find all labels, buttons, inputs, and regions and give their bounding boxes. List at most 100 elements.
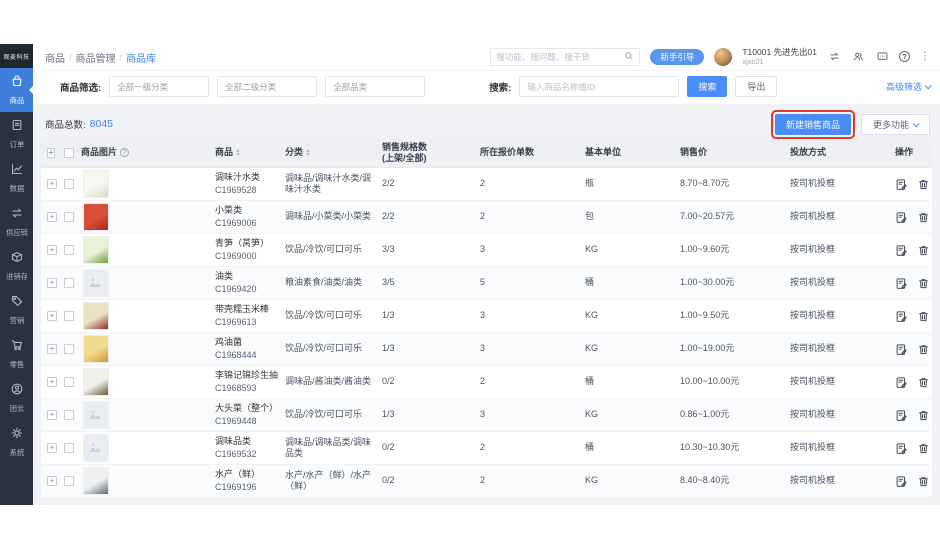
user-info[interactable]: T10001 先进先出01 xjxc01 bbox=[742, 48, 817, 66]
product-search-input[interactable] bbox=[519, 76, 679, 97]
sidebar-item-orders[interactable]: 订单 bbox=[0, 112, 33, 156]
contacts-icon[interactable] bbox=[851, 50, 865, 64]
product-cell[interactable]: 李锦记锦珍生抽 C1968593 bbox=[215, 370, 285, 395]
advanced-filter-toggle[interactable]: 高级筛选 bbox=[886, 80, 930, 93]
export-button[interactable]: 导出 bbox=[735, 76, 777, 97]
product-thumbnail[interactable] bbox=[83, 269, 109, 297]
product-cell[interactable]: 水产（鲜） C1969196 bbox=[215, 469, 285, 494]
beginner-guide-button[interactable]: 新手引导 bbox=[650, 49, 704, 65]
edit-record-icon[interactable] bbox=[895, 178, 908, 191]
help-icon[interactable]: ? bbox=[899, 51, 910, 62]
sort-icon[interactable] bbox=[306, 149, 310, 156]
row-checkbox[interactable] bbox=[64, 344, 74, 354]
product-cell[interactable]: 小菜类 C1969006 bbox=[215, 205, 285, 230]
expand-row-button[interactable]: + bbox=[47, 311, 57, 321]
delete-icon[interactable] bbox=[917, 376, 930, 389]
sidebar-item-group-leader[interactable]: 团长 bbox=[0, 376, 33, 420]
expand-row-button[interactable]: + bbox=[47, 278, 57, 288]
category-level2-select[interactable]: 全部二级分类 bbox=[217, 76, 317, 97]
edit-record-icon[interactable] bbox=[895, 409, 908, 422]
product-thumbnail[interactable] bbox=[83, 401, 109, 429]
delete-icon[interactable] bbox=[917, 343, 930, 356]
expand-row-button[interactable]: + bbox=[47, 443, 57, 453]
product-thumbnail[interactable] bbox=[83, 335, 109, 363]
row-checkbox[interactable] bbox=[64, 410, 74, 420]
delete-icon[interactable] bbox=[917, 475, 930, 488]
edit-record-icon[interactable] bbox=[895, 277, 908, 290]
product-thumbnail[interactable] bbox=[83, 467, 109, 495]
expand-row-button[interactable]: + bbox=[47, 179, 57, 189]
edit-record-icon[interactable] bbox=[895, 211, 908, 224]
edit-record-icon[interactable] bbox=[895, 343, 908, 356]
sort-icon[interactable] bbox=[236, 149, 240, 156]
product-cell[interactable]: 青笋（莴笋） C1969000 bbox=[215, 238, 285, 263]
breadcrumb-products[interactable]: 商品 bbox=[45, 50, 65, 65]
edit-record-icon[interactable] bbox=[895, 376, 908, 389]
sidebar-item-system[interactable]: 系统 bbox=[0, 420, 33, 464]
header-product[interactable]: 商品 bbox=[215, 147, 285, 157]
expand-row-button[interactable]: + bbox=[47, 377, 57, 387]
product-cell[interactable]: 鸡油菌 C1968444 bbox=[215, 337, 285, 362]
sidebar-item-products[interactable]: 商品 bbox=[0, 68, 33, 112]
delete-icon[interactable] bbox=[917, 211, 930, 224]
row-checkbox[interactable] bbox=[64, 212, 74, 222]
expand-all-button[interactable]: + bbox=[47, 148, 55, 158]
product-thumbnail[interactable] bbox=[83, 170, 109, 198]
product-thumbnail[interactable] bbox=[83, 368, 109, 396]
category-level1-select[interactable]: 全部一级分类 bbox=[109, 76, 209, 97]
row-checkbox[interactable] bbox=[64, 179, 74, 189]
edit-record-icon[interactable] bbox=[895, 310, 908, 323]
table-row: + 鸡油菌 C1968444 饮品/冷饮/可口可乐 1/3 3 KG 1.00~… bbox=[41, 333, 932, 366]
delete-icon[interactable] bbox=[917, 442, 930, 455]
delete-icon[interactable] bbox=[917, 244, 930, 257]
expand-row-button[interactable]: + bbox=[47, 476, 57, 486]
annotation-highlight: 新建销售商品 bbox=[771, 110, 855, 139]
more-functions-button[interactable]: 更多功能 bbox=[861, 114, 930, 135]
search-button[interactable]: 搜索 bbox=[687, 76, 727, 97]
delete-icon[interactable] bbox=[917, 409, 930, 422]
delete-icon[interactable] bbox=[917, 277, 930, 290]
global-search-input[interactable] bbox=[496, 52, 620, 62]
edit-record-icon[interactable] bbox=[895, 244, 908, 257]
delete-icon[interactable] bbox=[917, 310, 930, 323]
row-checkbox[interactable] bbox=[64, 278, 74, 288]
product-cell[interactable]: 油类 C1969420 bbox=[215, 271, 285, 296]
breadcrumb-product-library[interactable]: 商品库 bbox=[126, 50, 156, 65]
product-cell[interactable]: 调味品类 C1969532 bbox=[215, 436, 285, 461]
edit-record-icon[interactable] bbox=[895, 475, 908, 488]
breadcrumb-product-management[interactable]: 商品管理 bbox=[76, 50, 116, 65]
select-all-checkbox[interactable] bbox=[64, 148, 74, 158]
cart-icon bbox=[10, 338, 24, 357]
category-type-select[interactable]: 全部品类 bbox=[325, 76, 425, 97]
sidebar-item-marketing[interactable]: 营销 bbox=[0, 288, 33, 332]
message-icon[interactable] bbox=[875, 50, 889, 64]
expand-row-button[interactable]: + bbox=[47, 245, 57, 255]
product-thumbnail[interactable] bbox=[83, 302, 109, 330]
switch-account-icon[interactable] bbox=[827, 50, 841, 64]
row-checkbox[interactable] bbox=[64, 443, 74, 453]
row-checkbox[interactable] bbox=[64, 476, 74, 486]
more-options-icon[interactable]: ⋮ bbox=[920, 51, 930, 62]
sidebar-item-data[interactable]: 数据 bbox=[0, 156, 33, 200]
sidebar-item-supply-chain[interactable]: 供应链 bbox=[0, 200, 33, 244]
edit-record-icon[interactable] bbox=[895, 442, 908, 455]
delete-icon[interactable] bbox=[917, 178, 930, 191]
info-icon[interactable]: ? bbox=[120, 148, 129, 157]
row-checkbox[interactable] bbox=[64, 245, 74, 255]
expand-row-button[interactable]: + bbox=[47, 344, 57, 354]
product-cell[interactable]: 调味汁水类 C1969528 bbox=[215, 172, 285, 197]
avatar[interactable] bbox=[714, 48, 732, 66]
expand-row-button[interactable]: + bbox=[47, 212, 57, 222]
product-thumbnail[interactable] bbox=[83, 236, 109, 264]
row-checkbox[interactable] bbox=[64, 311, 74, 321]
product-thumbnail[interactable] bbox=[83, 203, 109, 231]
row-checkbox[interactable] bbox=[64, 377, 74, 387]
product-cell[interactable]: 大头菜（整个） C1969448 bbox=[215, 403, 285, 428]
expand-row-button[interactable]: + bbox=[47, 410, 57, 420]
new-product-button[interactable]: 新建销售商品 bbox=[775, 114, 851, 135]
sidebar-item-inventory[interactable]: 进销存 bbox=[0, 244, 33, 288]
header-category[interactable]: 分类 bbox=[285, 147, 382, 157]
sidebar-item-retail[interactable]: 零售 bbox=[0, 332, 33, 376]
product-cell[interactable]: 带壳糯玉米棒 C1969613 bbox=[215, 304, 285, 329]
product-thumbnail[interactable] bbox=[83, 434, 109, 462]
